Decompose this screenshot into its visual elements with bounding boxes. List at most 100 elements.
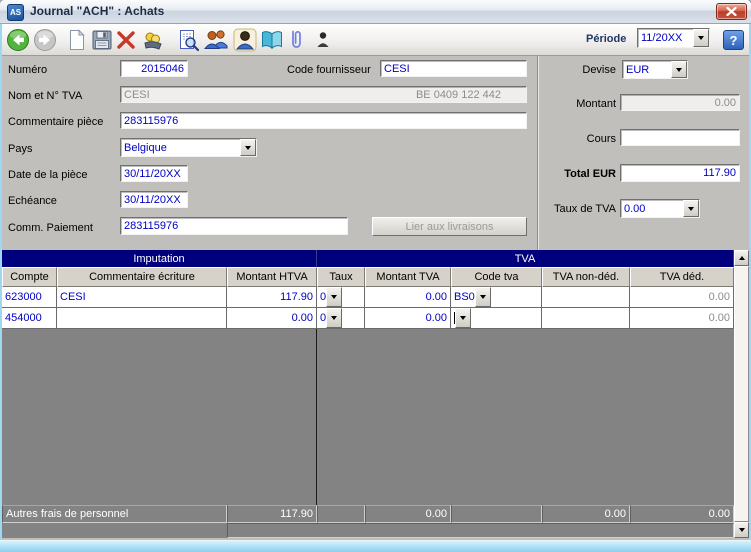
commentaire-piece-value: 283115976 — [124, 114, 179, 127]
chevron-down-icon[interactable] — [455, 308, 471, 328]
form-divider — [537, 56, 538, 250]
grid-group-header: Imputation TVA — [2, 250, 734, 267]
payment-button[interactable] — [140, 27, 166, 53]
chevron-down-icon[interactable] — [240, 139, 256, 156]
devise-select[interactable]: EUR — [622, 60, 688, 79]
contact-button[interactable] — [232, 27, 258, 53]
scroll-down-button[interactable] — [734, 522, 749, 538]
devise-label: Devise — [582, 64, 616, 76]
table-row: 623000 CESI 117.90 0 0.00 BS0 0.00 — [2, 287, 734, 308]
cell-commentaire[interactable] — [57, 308, 227, 329]
close-button[interactable] — [716, 3, 747, 20]
group-imputation: Imputation — [2, 250, 317, 267]
back-icon — [7, 29, 29, 51]
print-preview-button[interactable] — [176, 27, 202, 53]
cell-tva-ded[interactable]: 0.00 — [630, 287, 734, 308]
taux-value: 0 — [320, 312, 327, 324]
col-compte: Compte — [2, 267, 57, 287]
cell-code-tva-select[interactable] — [451, 308, 542, 329]
delete-icon — [117, 31, 135, 49]
chevron-down-icon[interactable] — [326, 308, 343, 328]
pays-value: Belgique — [124, 141, 167, 154]
cell-code-tva-select[interactable]: BS0 — [451, 287, 542, 308]
taux-tva-select[interactable]: 0.00 — [620, 199, 700, 218]
cours-label: Cours — [586, 133, 616, 145]
col-commentaire: Commentaire écriture — [57, 267, 227, 287]
comm-paiement-label: Comm. Paiement — [8, 222, 93, 234]
window-border-left — [0, 24, 2, 552]
save-button[interactable] — [89, 27, 115, 53]
cell-compte[interactable]: 623000 — [2, 287, 57, 308]
code-fournisseur-field[interactable]: CESI — [380, 60, 527, 77]
journal-button[interactable] — [259, 27, 285, 53]
total-eur-label: Total EUR — [564, 168, 616, 180]
toolbar: Période 11/20XX ? — [0, 24, 751, 56]
periode-value: 11/20XX — [641, 32, 683, 44]
chevron-down-icon[interactable] — [326, 287, 343, 307]
person-button[interactable] — [310, 27, 336, 53]
code-tva-value: BS0 — [454, 291, 475, 303]
summary-tva-ded: 0.00 — [630, 505, 734, 523]
group-divider-line — [316, 329, 317, 505]
nom-tva-label: Nom et N° TVA — [8, 90, 83, 102]
cell-montant-htva[interactable]: 0.00 — [227, 308, 317, 329]
cours-field[interactable] — [620, 129, 740, 146]
pays-select[interactable]: Belgique — [120, 138, 257, 157]
cell-commentaire[interactable]: CESI — [57, 287, 227, 308]
comm-paiement-field[interactable]: 283115976 — [120, 217, 348, 235]
cell-taux-select[interactable]: 0 — [317, 287, 365, 308]
montant-field: 0.00 — [620, 94, 740, 111]
cell-tva-non-ded[interactable] — [542, 287, 630, 308]
cell-montant-htva[interactable]: 117.90 — [227, 287, 317, 308]
vertical-scrollbar[interactable] — [734, 250, 749, 538]
scroll-up-button[interactable] — [734, 250, 749, 266]
date-piece-field[interactable]: 30/11/20XX — [120, 165, 188, 182]
attachment-button[interactable] — [283, 27, 309, 53]
taux-tva-value: 0.00 — [624, 202, 646, 215]
commentaire-piece-field[interactable]: 283115976 — [120, 112, 527, 129]
triangle-up-icon — [738, 256, 745, 260]
summary-montant-tva: 0.00 — [365, 505, 451, 523]
cell-montant-tva[interactable]: 0.00 — [365, 308, 451, 329]
echeance-field[interactable]: 30/11/20XX — [120, 191, 188, 208]
chevron-down-icon[interactable] — [693, 29, 709, 47]
col-montant-tva: Montant TVA — [365, 267, 451, 287]
forward-button[interactable] — [32, 27, 58, 53]
help-button[interactable]: ? — [723, 30, 744, 50]
total-eur-field[interactable]: 117.90 — [620, 164, 740, 182]
summary-code-tva — [451, 505, 542, 523]
scrollbar-thumb[interactable] — [734, 266, 749, 522]
back-button[interactable] — [5, 27, 31, 53]
cell-compte[interactable]: 454000 — [2, 308, 57, 329]
forward-icon — [34, 29, 56, 51]
chevron-down-icon[interactable] — [474, 287, 491, 307]
periode-select[interactable]: 11/20XX — [637, 28, 710, 48]
taux-tva-label: Taux de TVA — [554, 203, 616, 215]
code-fournisseur-value: CESI — [384, 62, 410, 75]
comm-paiement-value: 283115976 — [124, 220, 179, 232]
chevron-down-icon[interactable] — [683, 200, 699, 217]
numero-field[interactable]: 2015046 — [120, 60, 188, 77]
person-icon — [317, 32, 329, 47]
total-eur-value: 117.90 — [703, 167, 736, 179]
summary-taux — [317, 505, 365, 523]
cell-tva-ded[interactable]: 0.00 — [630, 308, 734, 329]
delete-button[interactable] — [113, 27, 139, 53]
date-piece-label: Date de la pièce — [8, 169, 88, 181]
periode-label: Période — [586, 33, 627, 45]
commentaire-piece-label: Commentaire pièce — [8, 116, 104, 128]
print-preview-icon — [180, 30, 200, 52]
attachment-icon — [292, 30, 301, 48]
cell-tva-non-ded[interactable] — [542, 308, 630, 329]
chevron-down-icon[interactable] — [671, 61, 687, 78]
summary-montant-htva: 117.90 — [227, 505, 317, 523]
contacts-button[interactable] — [203, 27, 229, 53]
new-document-button[interactable] — [64, 27, 90, 53]
cell-taux-select[interactable]: 0 — [317, 308, 365, 329]
entries-grid: Imputation TVA Compte Commentaire écritu… — [2, 250, 749, 538]
lier-livraisons-button[interactable]: Lier aux livraisons — [372, 217, 527, 236]
payment-icon — [144, 32, 162, 50]
cell-montant-tva[interactable]: 0.00 — [365, 287, 451, 308]
group-tva: TVA — [317, 250, 734, 267]
montant-value: 0.00 — [714, 96, 736, 109]
